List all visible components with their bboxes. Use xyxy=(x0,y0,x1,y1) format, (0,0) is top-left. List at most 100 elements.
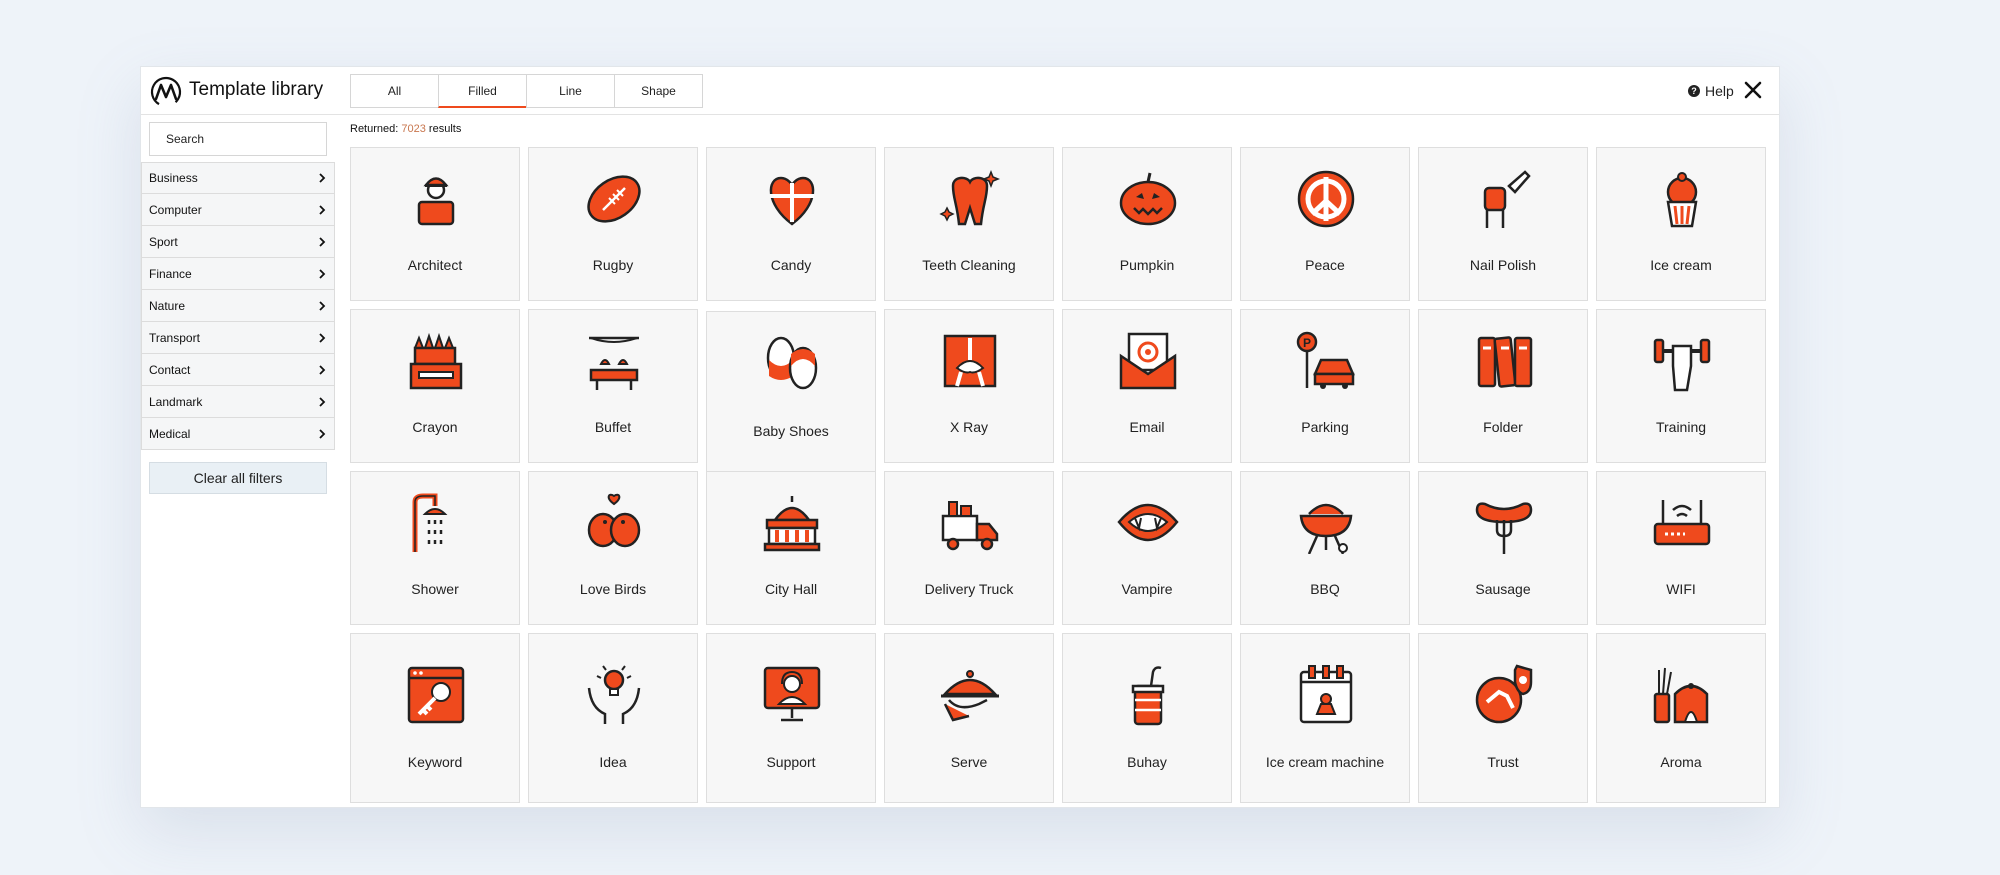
category-label: Finance xyxy=(149,266,192,281)
category-label: Computer xyxy=(149,202,202,217)
icon-card[interactable]: Buffet xyxy=(528,309,698,463)
icon-card[interactable]: Support xyxy=(706,633,876,803)
icon-card[interactable]: Baby Shoes xyxy=(706,311,876,473)
icon-card[interactable]: Crayon xyxy=(350,309,520,463)
wifi-router-icon xyxy=(1653,500,1711,546)
category-label: Nature xyxy=(149,298,186,313)
icon-card[interactable]: Peace xyxy=(1240,147,1410,301)
icon-card[interactable]: Sausage xyxy=(1418,471,1588,625)
icon-card[interactable]: X Ray xyxy=(884,309,1054,463)
icon-card[interactable]: BBQ xyxy=(1240,471,1410,625)
architect-icon xyxy=(417,177,455,226)
icon-card[interactable]: WIFI xyxy=(1596,471,1766,625)
icon-card-label: Shower xyxy=(411,581,459,597)
category-item-contact[interactable]: Contact xyxy=(141,354,335,386)
icon-card[interactable]: Delivery Truck xyxy=(884,471,1054,625)
icon-card[interactable]: Nail Polish xyxy=(1418,147,1588,301)
dumbbell-hand-icon xyxy=(1653,338,1711,392)
icon-card[interactable]: Trust xyxy=(1418,633,1588,803)
category-label: Landmark xyxy=(149,394,203,409)
category-item-transport[interactable]: Transport xyxy=(141,322,335,354)
results-prefix: Returned: xyxy=(350,123,399,135)
category-item-business[interactable]: Business xyxy=(141,162,335,194)
icon-card[interactable]: Candy xyxy=(706,147,876,301)
category-item-medical[interactable]: Medical xyxy=(141,418,335,450)
category-item-landmark[interactable]: Landmark xyxy=(141,386,335,418)
icon-card-label: BBQ xyxy=(1310,581,1340,597)
icon-card[interactable]: Aroma xyxy=(1596,633,1766,803)
idea-hands-icon xyxy=(587,665,641,724)
search-input[interactable] xyxy=(149,122,327,156)
category-item-nature[interactable]: Nature xyxy=(141,290,335,322)
icon-card[interactable]: Pumpkin xyxy=(1062,147,1232,301)
icon-card[interactable]: Email xyxy=(1062,309,1232,463)
close-icon[interactable] xyxy=(1743,80,1763,100)
icon-card-label: Support xyxy=(766,754,816,770)
icon-card[interactable]: Love Birds xyxy=(528,471,698,625)
chevron-right-icon xyxy=(319,268,326,279)
shower-icon xyxy=(412,493,448,552)
parking-car-icon: P xyxy=(1296,331,1355,389)
results-count: 7023 xyxy=(401,123,426,135)
chevron-right-icon xyxy=(319,428,326,439)
tab-shape[interactable]: Shape xyxy=(614,74,703,108)
icon-card[interactable]: City Hall xyxy=(706,471,876,625)
icon-card-label: Buffet xyxy=(594,419,632,435)
category-label: Business xyxy=(149,171,198,185)
icon-card-label: Ice cream xyxy=(1650,257,1712,273)
category-list: Business Computer Sport Finance Nature T… xyxy=(141,162,335,450)
icon-card[interactable]: Teeth Cleaning xyxy=(884,147,1054,301)
love-birds-icon xyxy=(587,493,641,548)
chevron-right-icon xyxy=(319,204,326,215)
app-logo-icon xyxy=(150,76,182,108)
icon-card-label: Pumpkin xyxy=(1119,257,1175,273)
icon-card-label: Nail Polish xyxy=(1469,257,1537,273)
icon-card[interactable]: Serve xyxy=(884,633,1054,803)
icon-card-label: Idea xyxy=(599,754,627,770)
tab-line[interactable]: Line xyxy=(526,74,615,108)
icon-card[interactable]: Ice cream machine xyxy=(1240,633,1410,803)
icon-card-label: Trust xyxy=(1487,754,1519,770)
icon-card-label: Ice cream machine xyxy=(1265,754,1385,770)
icon-card-label: Candy xyxy=(770,257,812,273)
icon-card-label: Email xyxy=(1129,419,1165,435)
icon-card[interactable]: Ice cream xyxy=(1596,147,1766,301)
category-item-sport[interactable]: Sport xyxy=(141,226,335,258)
vampire-mouth-icon xyxy=(1117,503,1179,542)
chevron-right-icon xyxy=(319,173,326,183)
icon-card[interactable]: Buhay xyxy=(1062,633,1232,803)
svg-text:P: P xyxy=(1303,336,1311,350)
sidebar: Business Computer Sport Finance Nature T… xyxy=(141,115,335,807)
icon-card[interactable]: Training xyxy=(1596,309,1766,463)
icon-card[interactable]: Vampire xyxy=(1062,471,1232,625)
help-label: Help xyxy=(1705,83,1734,99)
trust-handshake-icon xyxy=(1475,664,1533,724)
icon-card[interactable]: Rugby xyxy=(528,147,698,301)
results-suffix: results xyxy=(428,123,462,135)
tab-all[interactable]: All xyxy=(350,74,439,108)
icon-card-label: Buhay xyxy=(1127,754,1167,770)
clear-filters-button[interactable]: Clear all filters xyxy=(149,462,327,494)
icon-card-label: Teeth Cleaning xyxy=(922,257,1016,273)
icon-card[interactable]: Folder xyxy=(1418,309,1588,463)
style-tabs: All Filled Line Shape xyxy=(350,74,703,108)
icon-card-label: Folder xyxy=(1483,419,1523,435)
category-label: Medical xyxy=(149,426,191,441)
icon-card-label: X Ray xyxy=(949,419,989,435)
icon-card[interactable]: Keyword xyxy=(350,633,520,803)
icon-card-label: Peace xyxy=(1305,257,1345,273)
tab-filled[interactable]: Filled xyxy=(438,74,527,108)
category-item-computer[interactable]: Computer xyxy=(141,194,335,226)
help-button[interactable]: ? Help xyxy=(1688,83,1734,99)
baby-shoes-icon xyxy=(766,336,818,390)
binders-icon xyxy=(1477,336,1533,388)
ice-cream-icon xyxy=(1666,172,1698,228)
heart-candy-icon xyxy=(769,176,815,226)
category-item-finance[interactable]: Finance xyxy=(141,258,335,290)
icon-card[interactable]: Idea xyxy=(528,633,698,803)
icon-card[interactable]: Shower xyxy=(350,471,520,625)
icon-card[interactable]: Architect xyxy=(350,147,520,301)
support-agent-icon xyxy=(763,666,821,722)
icon-card-label: Training xyxy=(1655,419,1707,435)
icon-card[interactable]: P Parking xyxy=(1240,309,1410,463)
